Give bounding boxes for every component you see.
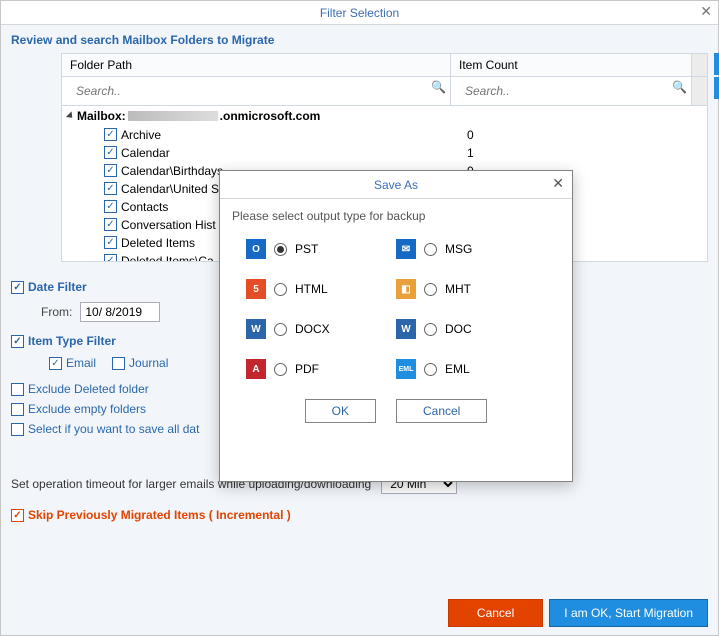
- scrollbar-track[interactable]: [691, 54, 707, 76]
- mailbox-suffix: .onmicrosoft.com: [220, 109, 321, 123]
- option-doc[interactable]: WDOC: [396, 319, 546, 339]
- from-label: From:: [41, 305, 72, 319]
- mailbox-root-row[interactable]: Mailbox: .onmicrosoft.com: [62, 106, 707, 126]
- option-mht[interactable]: ◧MHT: [396, 279, 546, 299]
- checkbox-icon[interactable]: ✓: [104, 254, 117, 261]
- option-pst[interactable]: OPST: [246, 239, 396, 259]
- radio-icon[interactable]: [274, 283, 287, 296]
- dialog-title-bar: Save As ✕: [220, 171, 572, 199]
- radio-icon[interactable]: [424, 283, 437, 296]
- checkbox-icon[interactable]: ✓: [11, 423, 24, 436]
- select-all-button[interactable]: ✓: [714, 53, 719, 75]
- radio-icon[interactable]: [424, 363, 437, 376]
- start-migration-button[interactable]: I am OK, Start Migration: [549, 599, 708, 627]
- outlook-icon: O: [246, 239, 266, 259]
- skip-migrated-checkbox[interactable]: ✓ Skip Previously Migrated Items ( Incre…: [11, 508, 708, 522]
- grid-header: Folder Path Item Count: [62, 54, 707, 77]
- checkbox-icon[interactable]: ✓: [112, 357, 125, 370]
- checkbox-icon[interactable]: ✓: [104, 164, 117, 177]
- folder-row[interactable]: ✓Calendar1: [62, 144, 707, 162]
- checkbox-icon[interactable]: ✓: [104, 182, 117, 195]
- pdf-icon: A: [246, 359, 266, 379]
- radio-icon[interactable]: [274, 363, 287, 376]
- eml-icon: EML: [396, 359, 416, 379]
- search-path-input[interactable]: [70, 81, 442, 101]
- col-header-count[interactable]: Item Count: [451, 54, 691, 76]
- option-eml[interactable]: EMLEML: [396, 359, 546, 379]
- option-msg[interactable]: ✉MSG: [396, 239, 546, 259]
- checkbox-icon[interactable]: ✓: [11, 281, 24, 294]
- radio-icon[interactable]: [274, 323, 287, 336]
- checkbox-icon[interactable]: ✓: [11, 383, 24, 396]
- checkbox-icon[interactable]: ✓: [104, 128, 117, 141]
- option-html[interactable]: 5HTML: [246, 279, 396, 299]
- col-header-path[interactable]: Folder Path: [62, 54, 451, 76]
- checkbox-icon[interactable]: ✓: [104, 146, 117, 159]
- checkbox-icon[interactable]: ✓: [49, 357, 62, 370]
- option-pdf[interactable]: APDF: [246, 359, 396, 379]
- page-subtitle: Review and search Mailbox Folders to Mig…: [1, 25, 718, 53]
- option-docx[interactable]: WDOCX: [246, 319, 396, 339]
- envelope-icon: ✉: [396, 239, 416, 259]
- email-checkbox[interactable]: ✓Email: [49, 356, 96, 370]
- word-icon: W: [246, 319, 266, 339]
- save-as-dialog: Save As ✕ Please select output type for …: [219, 170, 573, 482]
- close-icon[interactable]: ✕: [700, 3, 712, 20]
- checkbox-icon[interactable]: ✓: [11, 335, 24, 348]
- search-icon[interactable]: 🔍: [431, 80, 446, 94]
- radio-icon[interactable]: [274, 243, 287, 256]
- journal-checkbox[interactable]: ✓Journal: [112, 356, 168, 370]
- window-title: Filter Selection: [320, 6, 399, 20]
- checkbox-icon[interactable]: ✓: [104, 200, 117, 213]
- dialog-title: Save As: [374, 178, 418, 192]
- redacted-text: [128, 111, 218, 121]
- cancel-button[interactable]: Cancel: [448, 599, 543, 627]
- checkbox-icon[interactable]: ✓: [104, 236, 117, 249]
- radio-icon[interactable]: [424, 323, 437, 336]
- dialog-ok-button[interactable]: OK: [305, 399, 376, 423]
- title-bar: Filter Selection ✕: [1, 1, 718, 25]
- dialog-subtitle: Please select output type for backup: [220, 199, 572, 231]
- close-icon[interactable]: ✕: [552, 175, 564, 192]
- deselect-all-button[interactable]: ✕: [714, 77, 719, 99]
- item-type-label: Item Type Filter: [28, 334, 116, 348]
- checkbox-icon[interactable]: ✓: [11, 403, 24, 416]
- checkbox-icon[interactable]: ✓: [11, 509, 24, 522]
- folder-row[interactable]: ✓Archive0: [62, 126, 707, 144]
- search-count-input[interactable]: [459, 81, 683, 101]
- mht-icon: ◧: [396, 279, 416, 299]
- search-icon[interactable]: 🔍: [672, 80, 687, 94]
- checkbox-icon[interactable]: ✓: [104, 218, 117, 231]
- date-filter-label: Date Filter: [28, 280, 87, 294]
- skip-label: Skip Previously Migrated Items ( Increme…: [28, 508, 291, 522]
- word-icon: W: [396, 319, 416, 339]
- html5-icon: 5: [246, 279, 266, 299]
- expand-icon[interactable]: [66, 111, 75, 120]
- dialog-cancel-button[interactable]: Cancel: [396, 399, 487, 423]
- radio-icon[interactable]: [424, 243, 437, 256]
- from-date-input[interactable]: [80, 302, 160, 322]
- mailbox-prefix: Mailbox:: [77, 109, 126, 123]
